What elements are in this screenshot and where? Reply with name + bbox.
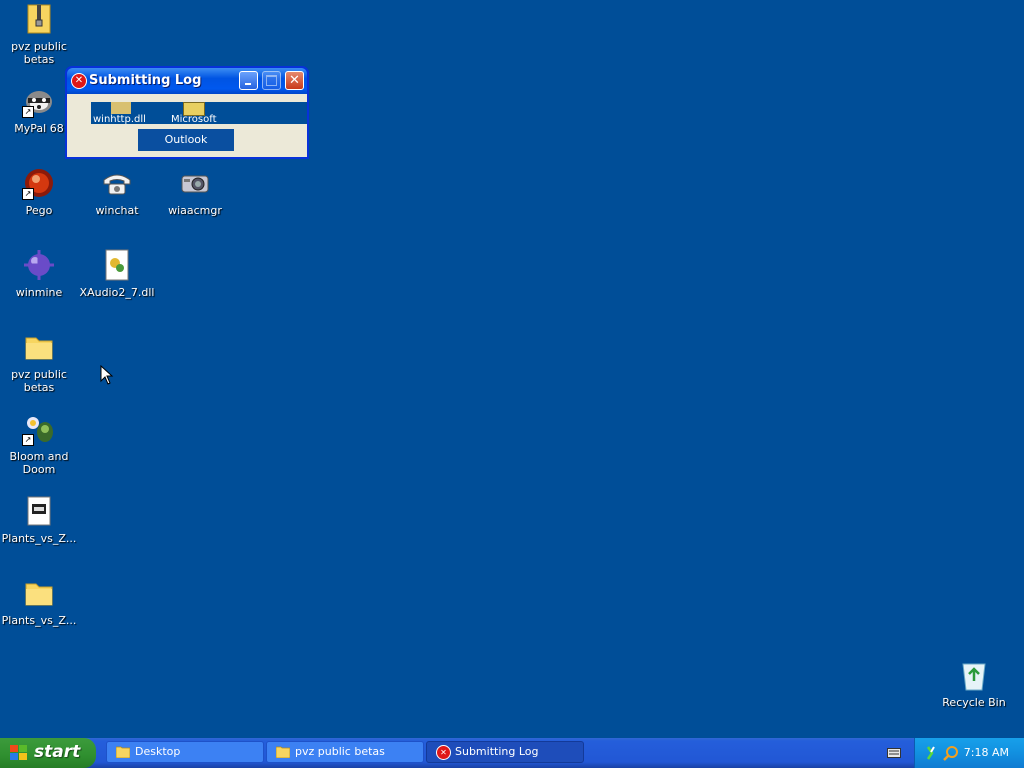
windows-flag-icon — [10, 745, 28, 761]
window-client-area: winhttp.dll Microsoft Outlook — [67, 94, 307, 157]
folder-icon — [22, 330, 56, 364]
icon-label: Bloom and Doom — [9, 450, 69, 476]
recycle-bin-icon — [957, 658, 991, 692]
desktop-icon-winchat[interactable]: winchat — [78, 166, 156, 217]
ghost-text-outlook: Outlook — [164, 133, 208, 146]
desktop-icon-recycle-bin[interactable]: Recycle Bin — [935, 658, 1013, 709]
exe-file-icon — [22, 494, 56, 528]
desktop-icon-bloom-and-doom[interactable]: ↗ Bloom and Doom — [0, 412, 78, 476]
icon-label: winmine — [15, 286, 63, 299]
desktop-icon-pvz-public-betas-folder[interactable]: pvz public betas — [0, 330, 78, 394]
desktop-icon-plants-vs-zombies-folder[interactable]: Plants_vs_Z... — [0, 576, 78, 627]
taskbar: start Desktop pvz public betas ✕ Submitt… — [0, 738, 1024, 768]
minimize-button[interactable] — [239, 71, 258, 90]
desktop-icon-winmine[interactable]: winmine — [0, 248, 78, 299]
desktop-icon-plants-vs-zombies-exe[interactable]: Plants_vs_Z... — [0, 494, 78, 545]
keyboard-icon[interactable] — [887, 748, 901, 758]
network-icon[interactable] — [925, 745, 939, 761]
window-title: Submitting Log — [89, 73, 202, 88]
maximize-icon — [266, 75, 277, 86]
ghost-text-microsoft: Microsoft — [171, 114, 217, 125]
icon-label: Pego — [25, 204, 53, 217]
icon-label: pvz public betas — [11, 368, 67, 394]
icon-label: Plants_vs_Z... — [1, 614, 77, 627]
desktop-icon-xaudio[interactable]: XAudio2_7.dll — [78, 248, 156, 299]
shortcut-arrow-icon: ↗ — [22, 434, 34, 446]
system-tray: 7:18 AM — [914, 738, 1024, 768]
ghost-dll-icon — [111, 102, 131, 114]
desktop-icon-pego[interactable]: ↗ Pego — [0, 166, 78, 217]
raccoon-icon: ↗ — [22, 84, 56, 118]
error-icon: ✕ — [436, 745, 451, 760]
folder-icon — [22, 576, 56, 610]
mouse-cursor-icon — [100, 365, 114, 385]
desktop-icon-pvz-public-betas-zip[interactable]: pvz public betas — [0, 2, 78, 66]
icon-label: winchat — [95, 204, 139, 217]
start-button[interactable]: start — [0, 738, 96, 768]
close-icon: ✕ — [289, 73, 300, 88]
desktop: pvz public betas ↗ MyPal 68 ↗ Pego winmi… — [0, 0, 1024, 738]
shortcut-arrow-icon: ↗ — [22, 188, 34, 200]
zip-folder-icon — [22, 2, 56, 36]
task-label: pvz public betas — [295, 745, 385, 758]
plant-icon: ↗ — [22, 412, 56, 446]
shortcut-arrow-icon: ↗ — [22, 106, 34, 118]
error-icon: ✕ — [71, 73, 87, 89]
task-label: Submitting Log — [455, 745, 539, 758]
icon-label: Plants_vs_Z... — [1, 532, 77, 545]
pego-icon: ↗ — [22, 166, 56, 200]
start-label: start — [34, 742, 81, 762]
icon-label: pvz public betas — [11, 40, 67, 66]
mine-icon — [22, 248, 56, 282]
ghost-desktop-strip: winhttp.dll Microsoft — [91, 102, 307, 125]
minimize-icon — [245, 83, 251, 85]
taskbar-button-submitting-log[interactable]: ✕ Submitting Log — [426, 741, 584, 763]
submitting-log-window[interactable]: ✕ Submitting Log ✕ winhttp.dll Microsoft… — [65, 66, 309, 159]
icon-label: wiaacmgr — [168, 204, 222, 217]
camera-icon — [178, 166, 212, 200]
telephone-icon — [100, 166, 134, 200]
ghost-outlook-label: Outlook — [138, 129, 234, 151]
icon-label: Recycle Bin — [942, 696, 1006, 709]
close-button[interactable]: ✕ — [285, 71, 304, 90]
window-titlebar[interactable]: ✕ Submitting Log ✕ — [67, 68, 307, 94]
ghost-text-winhttp: winhttp.dll — [93, 114, 146, 125]
dll-file-icon — [100, 248, 134, 282]
search-icon[interactable] — [943, 745, 959, 761]
icon-label: XAudio2_7.dll — [79, 286, 155, 299]
task-label: Desktop — [135, 745, 181, 758]
clock[interactable]: 7:18 AM — [964, 746, 1009, 759]
maximize-button[interactable] — [262, 71, 281, 90]
desktop-icon-wiaacmgr[interactable]: wiaacmgr — [156, 166, 234, 217]
folder-icon — [116, 746, 130, 758]
folder-icon — [276, 746, 290, 758]
taskbar-button-desktop[interactable]: Desktop — [106, 741, 264, 763]
taskbar-button-pvz-public-betas[interactable]: pvz public betas — [266, 741, 424, 763]
